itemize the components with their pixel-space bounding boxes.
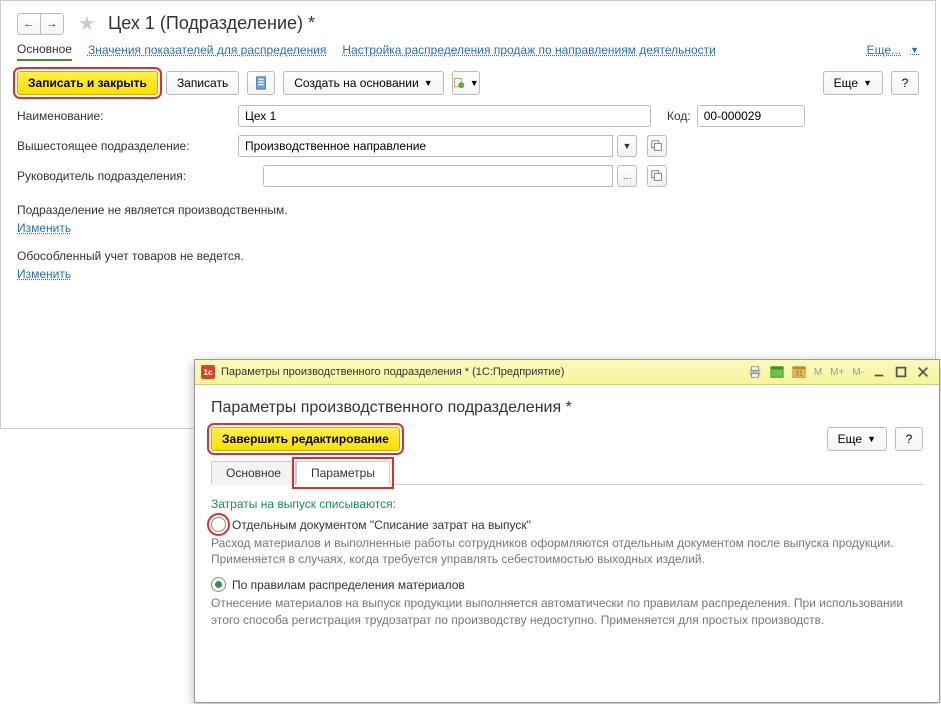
radio-icon[interactable] xyxy=(211,517,226,532)
modal-toolbar: Завершить редактирование Еще ▼ ? xyxy=(211,427,923,451)
modal-tabs: Основное Параметры xyxy=(211,461,923,485)
radio-option-distribution-rules[interactable]: По правилам распределения материалов xyxy=(211,577,923,592)
create-based-label: Создать на основании xyxy=(294,76,419,90)
finish-editing-button[interactable]: Завершить редактирование xyxy=(211,427,400,451)
name-label: Наименование: xyxy=(17,109,232,123)
radio-option-separate-doc[interactable]: Отдельным документом "Списание затрат на… xyxy=(211,517,923,532)
minimize-btn[interactable] xyxy=(869,363,889,381)
page-title: Цех 1 (Подразделение) * xyxy=(108,13,315,34)
hint-2: Отнесение материалов на выпуск продукции… xyxy=(211,595,923,627)
row-name: Наименование: Код: xyxy=(1,101,935,131)
svg-text:31: 31 xyxy=(795,371,803,378)
forward-button[interactable]: → xyxy=(40,13,64,35)
header-row: ← → ★ Цех 1 (Подразделение) * xyxy=(1,1,935,42)
section-expenses-title: Затраты на выпуск списываются: xyxy=(211,497,923,511)
tab-sales-setup[interactable]: Настройка распределения продаж по направ… xyxy=(342,43,715,60)
app-1c-icon: 1c xyxy=(201,365,215,379)
chevron-down-icon: ▼ xyxy=(867,434,876,444)
modal-tab-params[interactable]: Параметры xyxy=(296,461,390,485)
radio-label-2: По правилам распределения материалов xyxy=(232,578,465,592)
open-button[interactable] xyxy=(647,135,667,157)
note-not-production: Подразделение не является производственн… xyxy=(1,191,935,219)
nav-tabs: Основное Значения показателей для распре… xyxy=(1,42,935,61)
dropdown-button[interactable]: ▼ xyxy=(617,135,637,157)
maximize-btn[interactable] xyxy=(891,363,911,381)
modal-body: Параметры производственного подразделени… xyxy=(195,385,939,648)
chevron-down-icon: ▼ xyxy=(863,78,872,88)
calendar-green-icon[interactable] xyxy=(767,363,787,381)
open-icon xyxy=(650,169,664,183)
tab-more[interactable]: Еще... ▼ xyxy=(867,43,919,60)
change-link-2[interactable]: Изменить xyxy=(1,265,87,289)
modal-more-label: Еще xyxy=(838,432,862,446)
more-button[interactable]: Еще ▼ xyxy=(823,71,883,95)
report-button[interactable] xyxy=(247,71,275,95)
modal-titlebar-text: Параметры производственного подразделени… xyxy=(221,366,564,378)
radio-icon[interactable] xyxy=(211,577,226,592)
document-icon xyxy=(254,76,268,90)
chevron-down-icon: ▼ xyxy=(424,78,433,88)
back-button[interactable]: ← xyxy=(17,13,41,35)
modal-titlebar: 1c Параметры производственного подраздел… xyxy=(195,360,939,385)
create-based-on-button[interactable]: Создать на основании ▼ xyxy=(283,71,443,95)
m-btn[interactable]: M xyxy=(811,363,825,381)
head-label: Руководитель подразделения: xyxy=(17,169,257,183)
nav-buttons: ← → xyxy=(17,13,64,35)
chevron-down-icon: ▼ xyxy=(910,45,919,55)
tab-main[interactable]: Основное xyxy=(17,42,72,61)
print-icon[interactable] xyxy=(745,363,765,381)
row-head: Руководитель подразделения: … xyxy=(1,161,935,191)
save-and-close-button[interactable]: Записать и закрыть xyxy=(17,71,158,95)
modal-title: Параметры производственного подразделени… xyxy=(211,399,923,417)
code-label: Код: xyxy=(667,109,691,123)
modal-params-window: 1c Параметры производственного подраздел… xyxy=(194,359,940,703)
modal-tab-main[interactable]: Основное xyxy=(211,461,296,485)
row-parent: Вышестоящее подразделение: ▼ xyxy=(1,131,935,161)
favorite-star-icon[interactable]: ★ xyxy=(78,11,96,36)
calendar-orange-icon[interactable]: 31 xyxy=(789,363,809,381)
m-minus-btn[interactable]: M- xyxy=(849,363,867,381)
open-icon xyxy=(650,139,664,153)
name-input[interactable] xyxy=(238,105,651,127)
head-input[interactable] xyxy=(263,165,613,187)
note-separate-accounting: Обособленный учет товаров не ведется. xyxy=(1,243,935,265)
modal-more-button[interactable]: Еще ▼ xyxy=(827,427,887,451)
m-plus-btn[interactable]: M+ xyxy=(827,363,847,381)
modal-help-button[interactable]: ? xyxy=(895,427,923,451)
attachments-button[interactable]: ▼ xyxy=(452,71,480,95)
titlebar-controls: 31 M M+ M- xyxy=(745,363,933,381)
code-input[interactable] xyxy=(697,105,805,127)
close-btn[interactable] xyxy=(913,363,933,381)
chevron-down-icon: ▼ xyxy=(470,78,479,88)
change-link-1[interactable]: Изменить xyxy=(1,219,87,243)
more-label: Еще xyxy=(834,76,858,90)
main-toolbar: Записать и закрыть Записать Создать на о… xyxy=(1,61,935,101)
head-combo: … xyxy=(263,165,637,187)
tab-more-label: Еще... xyxy=(867,43,901,57)
parent-label: Вышестоящее подразделение: xyxy=(17,139,232,153)
ellipsis-button[interactable]: … xyxy=(617,165,637,187)
attach-icon xyxy=(453,76,465,90)
help-button[interactable]: ? xyxy=(891,71,919,95)
parent-combo: ▼ xyxy=(238,135,637,157)
tab-values[interactable]: Значения показателей для распределения xyxy=(88,43,326,60)
save-button[interactable]: Записать xyxy=(166,71,239,95)
radio-label-1: Отдельным документом "Списание затрат на… xyxy=(232,518,531,532)
open-button[interactable] xyxy=(647,165,667,187)
hint-1: Расход материалов и выполненные работы с… xyxy=(211,535,923,567)
parent-input[interactable] xyxy=(238,135,613,157)
